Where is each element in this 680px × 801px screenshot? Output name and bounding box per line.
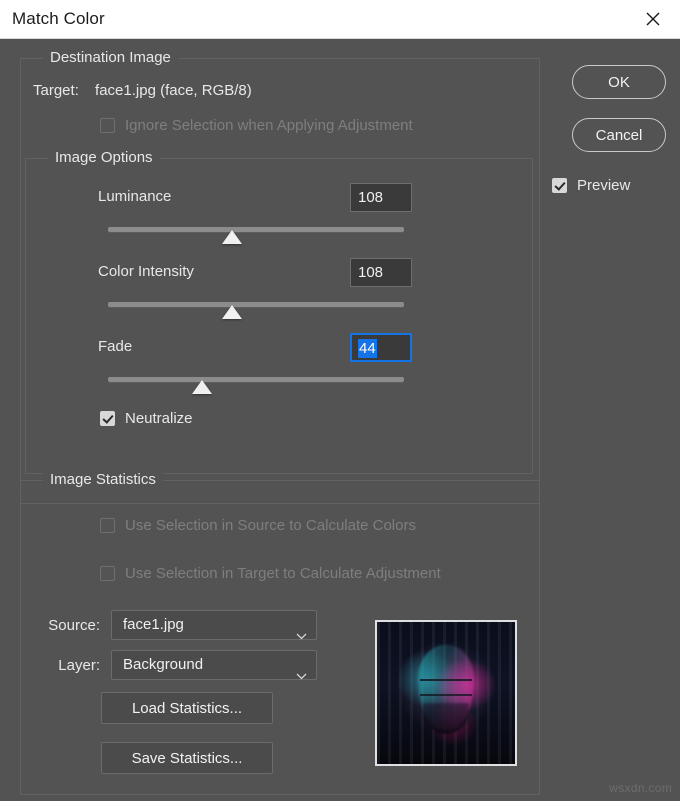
thumbnail-glasses-shape [420,679,472,696]
luminance-label: Luminance [98,188,171,205]
use-selection-source-label: Use Selection in Source to Calculate Col… [125,517,416,534]
source-label: Source: [28,617,100,634]
chevron-down-icon [296,622,307,650]
source-row: Source: face1.jpg [28,610,317,640]
fade-slider-track[interactable] [108,377,404,382]
thumbnail-beard-shape [423,703,470,734]
target-value: face1.jpg (face, RGB/8) [95,82,252,99]
image-statistics-legend: Image Statistics [43,471,163,488]
use-selection-source-checkbox [100,518,115,533]
preview-checkbox[interactable] [552,178,567,193]
preview-label: Preview [577,177,630,194]
luminance-slider-track[interactable] [108,227,404,232]
fade-slider-thumb[interactable] [192,380,212,394]
preview-thumbnail [375,620,517,766]
use-selection-target-label: Use Selection in Target to Calculate Adj… [125,565,441,582]
close-icon[interactable] [636,4,670,34]
ignore-selection-checkbox [100,118,115,133]
color-intensity-slider-track[interactable] [108,302,404,307]
title-bar: Match Color [0,0,680,39]
use-selection-source-checkbox-row: Use Selection in Source to Calculate Col… [100,517,416,534]
ignore-selection-checkbox-row: Ignore Selection when Applying Adjustmen… [100,117,413,134]
use-selection-target-checkbox [100,566,115,581]
color-intensity-slider-thumb[interactable] [222,305,242,319]
preview-checkbox-row[interactable]: Preview [552,177,630,194]
load-statistics-button[interactable]: Load Statistics... [101,692,273,724]
fade-input[interactable]: 44 [350,333,412,362]
preview-thumbnail-image [377,622,515,764]
ok-button[interactable]: OK [572,65,666,99]
destination-image-legend: Destination Image [43,49,178,66]
fade-label: Fade [98,338,132,355]
color-intensity-label: Color Intensity [98,263,194,280]
source-select[interactable]: face1.jpg [111,610,317,640]
layer-label: Layer: [28,657,100,674]
neutralize-label: Neutralize [125,410,193,427]
dialog-body: Destination Image Target: face1.jpg (fac… [0,40,680,801]
color-intensity-input[interactable]: 108 [350,258,412,287]
layer-row: Layer: Background [28,650,317,680]
save-statistics-button[interactable]: Save Statistics... [101,742,273,774]
luminance-slider-thumb[interactable] [222,230,242,244]
watermark: wsxdn.com [609,781,672,795]
target-label: Target: [33,82,79,99]
use-selection-target-checkbox-row: Use Selection in Target to Calculate Adj… [100,565,441,582]
neutralize-checkbox[interactable] [100,411,115,426]
target-row: Target: face1.jpg (face, RGB/8) [33,82,252,99]
luminance-input[interactable]: 108 [350,183,412,212]
layer-select[interactable]: Background [111,650,317,680]
ignore-selection-label: Ignore Selection when Applying Adjustmen… [125,117,413,134]
source-select-value: face1.jpg [123,616,184,633]
image-options-legend: Image Options [48,149,160,166]
window-title: Match Color [12,9,105,29]
cancel-button[interactable]: Cancel [572,118,666,152]
chevron-down-icon [296,662,307,690]
neutralize-checkbox-row[interactable]: Neutralize [100,410,193,427]
layer-select-value: Background [123,656,203,673]
